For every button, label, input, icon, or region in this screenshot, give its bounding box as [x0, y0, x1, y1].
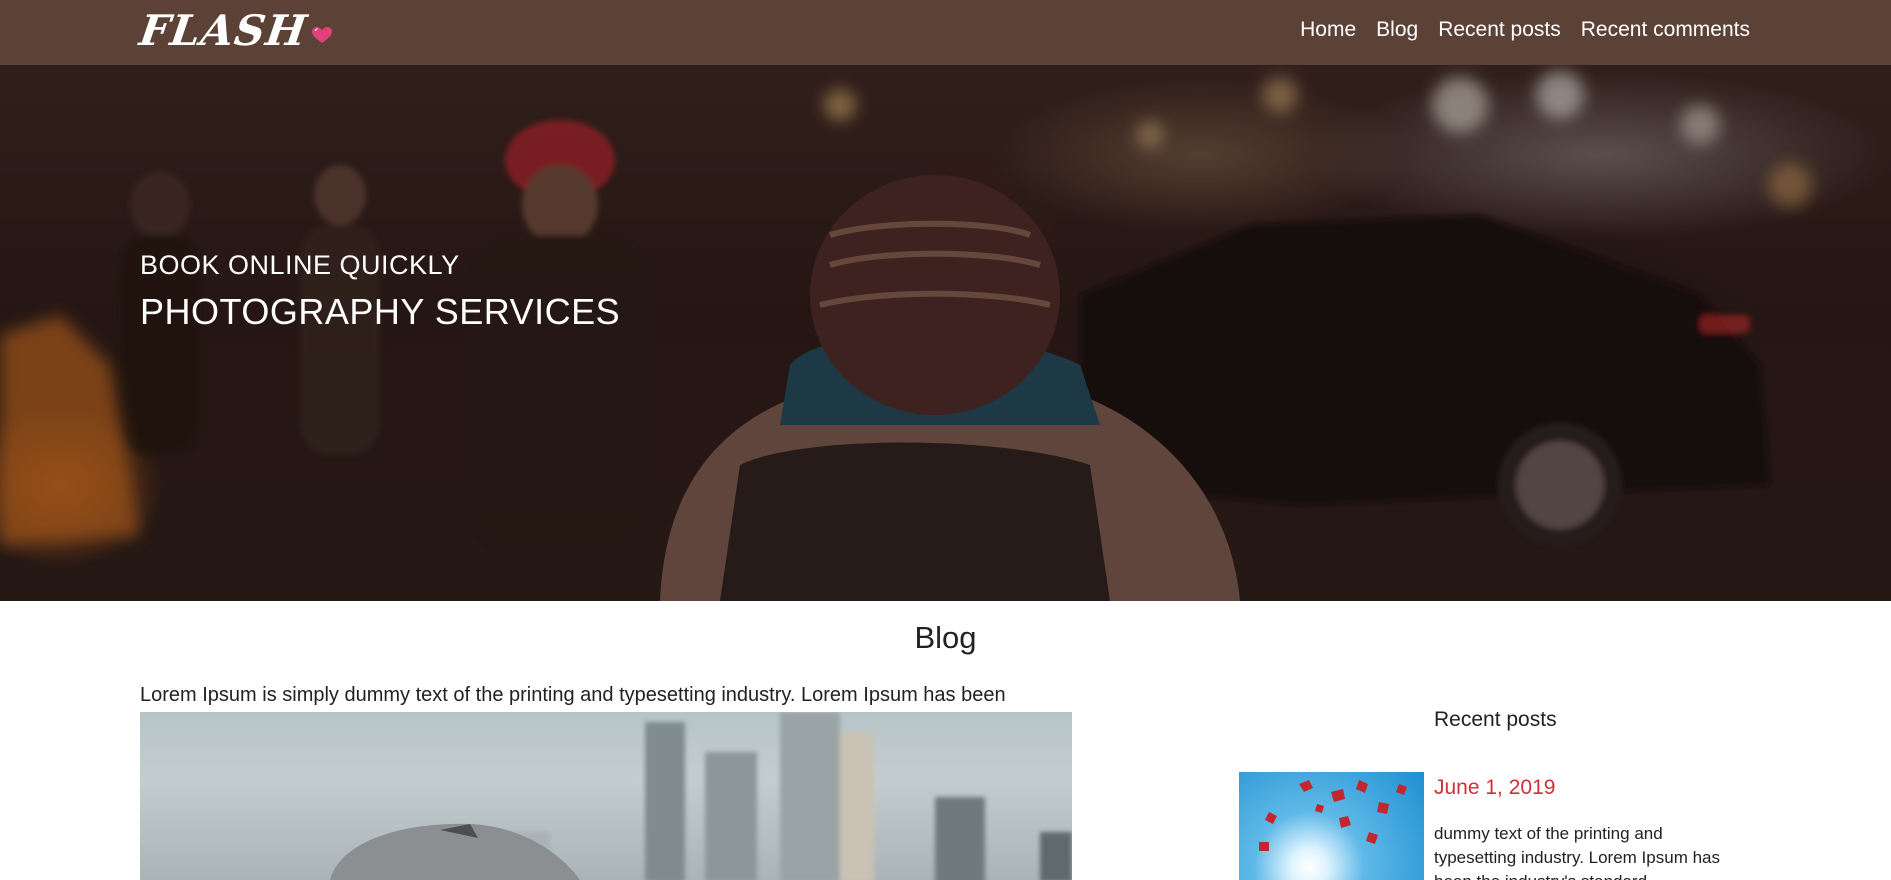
nav-recent-posts[interactable]: Recent posts [1438, 18, 1561, 42]
main-nav: Home Blog Recent posts Recent comments [1300, 0, 1750, 60]
nav-home[interactable]: Home [1300, 18, 1356, 42]
hero-subtitle: BOOK ONLINE QUICKLY [140, 250, 460, 280]
heart-icon [311, 26, 333, 49]
recent-post-thumbnail[interactable] [1239, 772, 1424, 880]
post-image-photo [330, 712, 1072, 880]
nav-blog[interactable]: Blog [1376, 18, 1418, 42]
nav-recent-comments[interactable]: Recent comments [1581, 18, 1750, 42]
hero-photo [0, 65, 1891, 601]
recent-post-photo [1259, 780, 1407, 851]
recent-post-excerpt: dummy text of the printing and typesetti… [1434, 824, 1720, 880]
recent-post-date[interactable]: June 1, 2019 [1434, 776, 1555, 800]
hero-banner: BOOK ONLINE QUICKLY PHOTOGRAPHY SERVICES [0, 65, 1891, 601]
hero-title: PHOTOGRAPHY SERVICES [140, 291, 621, 332]
post-excerpt: Lorem Ipsum is simply dummy text of the … [140, 684, 1006, 706]
logo-text: FLASH [136, 5, 311, 55]
section-title: Blog [914, 620, 977, 655]
site-logo[interactable]: FLASH [136, 5, 333, 55]
post-image[interactable] [140, 712, 1072, 880]
site-header: FLASH Home Blog Recent posts Recent comm… [0, 0, 1891, 65]
sidebar-title: Recent posts [1434, 708, 1557, 731]
